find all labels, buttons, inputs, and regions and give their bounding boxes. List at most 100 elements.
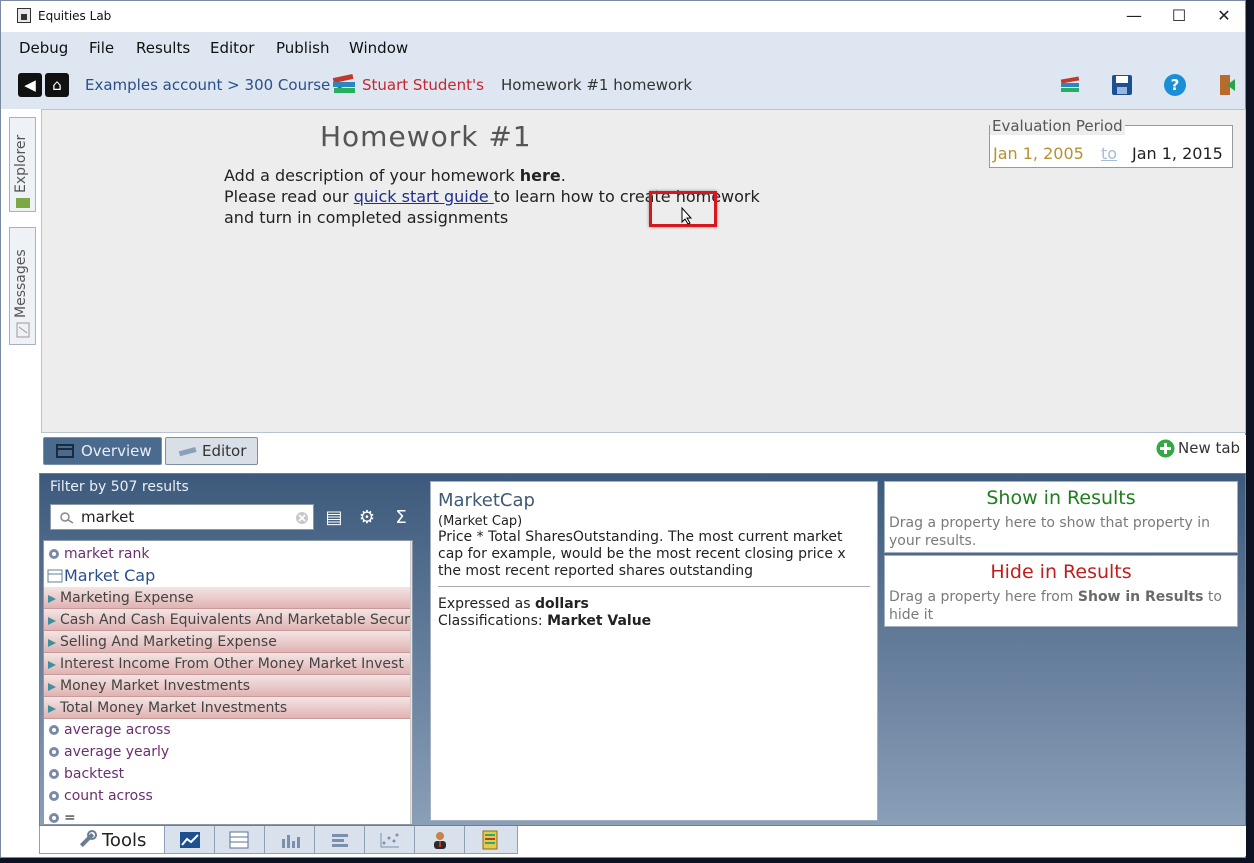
settings-gear-icon[interactable]: ⚙ [356, 507, 378, 529]
menu-bar: Debug File Results Editor Publish Window [1, 32, 1245, 62]
description-here-link[interactable]: here [520, 166, 561, 185]
minimize-button[interactable]: — [1111, 1, 1157, 31]
messages-tab[interactable]: Messages [9, 227, 36, 345]
eye-icon [47, 768, 61, 784]
eye-icon [47, 812, 61, 824]
eye-icon [47, 790, 61, 806]
title-bar: Equities Lab — ☐ ✕ [1, 1, 1245, 31]
arrow-right-icon [47, 636, 57, 652]
list-item-label: market rank [64, 546, 150, 562]
help-icon[interactable]: ? [1163, 73, 1187, 97]
arrow-right-icon [47, 702, 57, 718]
list-item[interactable]: Marketing Expense [44, 587, 410, 609]
evaluation-period: Evaluation Period Jan 1, 2005 to Jan 1, … [989, 117, 1233, 168]
show-in-results-title: Show in Results [986, 487, 1136, 509]
hide-desc-bold: Show in Results [1077, 589, 1204, 605]
list-item-label: Cash And Cash Equivalents And Marketable… [60, 612, 410, 628]
tab-report[interactable] [464, 826, 518, 854]
description-line-1: Add a description of your homework here. [224, 166, 566, 185]
scrollbar-thumb[interactable] [412, 543, 413, 581]
list-item[interactable]: average across [44, 719, 410, 741]
home-icon[interactable]: ⌂ [45, 73, 69, 97]
bar-chart-icon [282, 835, 300, 848]
menu-publish[interactable]: Publish [276, 39, 329, 57]
filter-label: Filter by 507 results [50, 479, 189, 495]
eye-icon [47, 746, 61, 762]
arrow-right-icon [47, 614, 57, 630]
tab-editor[interactable]: Editor [165, 437, 258, 465]
arrow-right-icon [47, 658, 57, 674]
list-item[interactable]: Money Market Investments [44, 675, 410, 697]
tab-ranking[interactable] [314, 826, 365, 854]
clear-search-icon[interactable] [295, 511, 309, 525]
description-period: . [560, 166, 566, 185]
detail-divider [438, 586, 870, 587]
list-scrollbar[interactable] [410, 541, 413, 824]
menu-file[interactable]: File [89, 39, 114, 57]
window-title: Equities Lab [38, 9, 112, 23]
wrench-icon [79, 830, 97, 848]
show-in-results-zone[interactable]: Show in Results Drag a property here to … [884, 481, 1238, 553]
eye-icon [47, 724, 61, 740]
classifications-label: Classifications: [438, 613, 548, 629]
list-item[interactable]: Cash And Cash Equivalents And Marketable… [44, 609, 410, 631]
search-input[interactable] [79, 507, 289, 527]
arrow-right-icon [47, 592, 57, 608]
menu-results[interactable]: Results [136, 39, 190, 57]
table-view-icon [229, 831, 249, 849]
menu-debug[interactable]: Debug [19, 39, 68, 57]
show-in-results-desc: Drag a property here to show that proper… [889, 515, 1211, 549]
plus-icon [1156, 439, 1175, 458]
hide-in-results-zone[interactable]: Hide in Results Drag a property here fro… [884, 555, 1238, 627]
list-item[interactable]: = [44, 807, 410, 825]
tab-bar-chart[interactable] [264, 826, 315, 854]
back-arrow-icon[interactable]: ◀ [18, 73, 42, 97]
list-item[interactable]: Total Money Market Investments [44, 697, 410, 719]
list-item-label: = [64, 810, 76, 825]
list-item[interactable]: average yearly [44, 741, 410, 763]
list-item[interactable]: backtest [44, 763, 410, 785]
list-item-selected[interactable]: Market Cap [44, 565, 410, 587]
tab-overview[interactable]: Overview [43, 437, 162, 465]
search-box [50, 504, 314, 530]
explorer-icon [16, 198, 30, 208]
hide-in-results-title: Hide in Results [990, 561, 1132, 583]
report-icon [482, 830, 498, 850]
close-button[interactable]: ✕ [1201, 1, 1247, 31]
tab-scatter[interactable] [364, 826, 415, 854]
end-date[interactable]: Jan 1, 2015 [1132, 144, 1223, 163]
list-item-label: average across [64, 722, 171, 738]
tab-chart[interactable] [164, 826, 215, 854]
property-classifications: Classifications: Market Value [438, 613, 651, 629]
ranking-icon [332, 834, 348, 847]
list-item-label: Selling And Marketing Expense [60, 634, 277, 650]
list-item[interactable]: Selling And Marketing Expense [44, 631, 410, 653]
property-alias: (Market Cap) [438, 514, 523, 529]
sum-sigma-icon[interactable]: Σ [390, 507, 412, 529]
maximize-button[interactable]: ☐ [1156, 1, 1202, 31]
search-icon [60, 512, 74, 524]
tab-user[interactable] [414, 826, 465, 854]
description-line-3: and turn in completed assignments [224, 208, 509, 227]
tab-tools[interactable]: Tools [39, 826, 165, 854]
list-view-icon[interactable]: ▤ [323, 507, 345, 529]
menu-editor[interactable]: Editor [210, 39, 254, 57]
list-item[interactable]: market rank [44, 543, 410, 565]
breadcrumb-path[interactable]: Examples account > 300 Course > [85, 76, 348, 94]
table-icon [47, 568, 63, 587]
save-icon[interactable] [1110, 73, 1134, 97]
quick-start-guide-link[interactable]: quick start guide [354, 187, 494, 206]
start-date[interactable]: Jan 1, 2005 [993, 144, 1084, 163]
homework-panel: Homework #1 Add a description of your ho… [41, 109, 1246, 433]
tab-overview-label: Overview [81, 442, 152, 460]
tab-table[interactable] [214, 826, 265, 854]
list-item[interactable]: Interest Income From Other Money Market … [44, 653, 410, 675]
list-item[interactable]: count across [44, 785, 410, 807]
library-icon[interactable] [1058, 73, 1082, 97]
bottom-tabs: Tools [39, 826, 1246, 856]
menu-window[interactable]: Window [349, 39, 408, 57]
explorer-tab[interactable]: Explorer [9, 117, 36, 212]
app-window: Equities Lab — ☐ ✕ Debug File Results Ed… [0, 0, 1246, 858]
exit-icon[interactable] [1215, 73, 1239, 97]
line-chart-icon [180, 832, 200, 848]
